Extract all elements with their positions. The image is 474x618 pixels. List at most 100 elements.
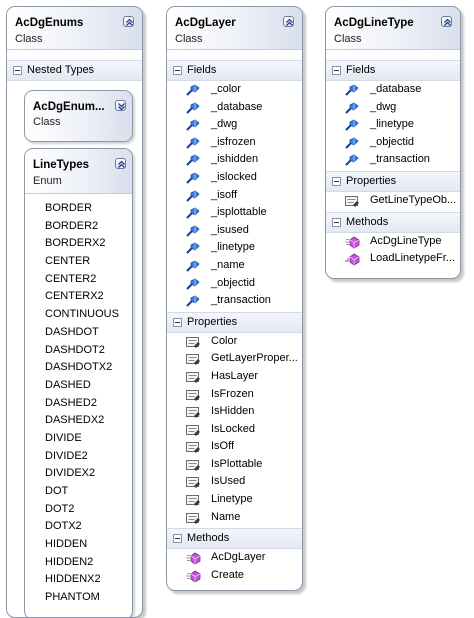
field-item[interactable]: _transaction bbox=[167, 292, 302, 310]
field-item[interactable]: _isfrozen bbox=[167, 134, 302, 152]
compartment-label: Nested Types bbox=[27, 64, 95, 76]
field-item[interactable]: _isoff bbox=[167, 187, 302, 205]
field-item[interactable]: _name bbox=[167, 257, 302, 275]
properties-compartment-header[interactable]: Properties bbox=[326, 170, 460, 192]
double-chevron-up-icon[interactable] bbox=[123, 16, 134, 27]
methods-compartment-header[interactable]: Methods bbox=[167, 528, 302, 550]
field-item[interactable]: _dwg bbox=[326, 99, 460, 117]
enum-value[interactable]: DOT2 bbox=[25, 501, 132, 519]
field-name: _database bbox=[370, 83, 422, 95]
fields-compartment-header[interactable]: Fields bbox=[326, 60, 460, 81]
acdglayer-class-shape[interactable]: AcDgLayer Class Fields _color _database … bbox=[166, 6, 303, 591]
method-icon bbox=[345, 253, 360, 266]
field-item[interactable]: _islocked bbox=[167, 169, 302, 187]
enum-value[interactable]: HIDDEN2 bbox=[25, 554, 132, 572]
method-item[interactable]: LoadLinetypeFr... bbox=[326, 250, 460, 268]
field-item[interactable]: _dwg bbox=[167, 116, 302, 134]
double-chevron-up-icon[interactable] bbox=[283, 16, 294, 27]
enum-value[interactable]: CENTERX2 bbox=[25, 288, 132, 306]
method-item[interactable]: Create bbox=[167, 567, 302, 585]
field-item[interactable]: _objectid bbox=[167, 275, 302, 293]
property-item[interactable]: IsOff bbox=[167, 438, 302, 456]
field-item[interactable]: _transaction bbox=[326, 151, 460, 169]
enum-value[interactable]: DASHED bbox=[25, 377, 132, 395]
methods-compartment-header[interactable]: Methods bbox=[326, 211, 460, 233]
enum-value[interactable]: HIDDENX2 bbox=[25, 571, 132, 589]
acdglinetype-header[interactable]: AcDgLineType Class bbox=[326, 7, 460, 50]
double-chevron-down-icon[interactable] bbox=[115, 100, 126, 111]
property-item[interactable]: HasLayer bbox=[167, 368, 302, 386]
enum-value[interactable]: BORDER2 bbox=[25, 218, 132, 236]
enum-value[interactable]: CENTER2 bbox=[25, 271, 132, 289]
enum-value[interactable]: CENTER bbox=[25, 253, 132, 271]
linetypes-header[interactable]: LineTypes Enum bbox=[25, 149, 132, 194]
enum-value[interactable]: HIDDEN bbox=[25, 536, 132, 554]
class-kind: Class bbox=[334, 33, 362, 45]
nested-class-header[interactable]: AcDgEnum... Class bbox=[25, 91, 132, 141]
property-item[interactable]: IsPlottable bbox=[167, 456, 302, 474]
minus-toggle-icon[interactable] bbox=[173, 534, 182, 544]
field-item[interactable]: _database bbox=[326, 81, 460, 99]
property-name: IsHidden bbox=[211, 405, 255, 418]
property-icon bbox=[345, 195, 359, 207]
double-chevron-up-icon[interactable] bbox=[115, 158, 126, 169]
compartment-label: Properties bbox=[187, 315, 238, 328]
enum-value[interactable]: DIVIDE bbox=[25, 430, 132, 448]
acdglayer-header[interactable]: AcDgLayer Class bbox=[167, 7, 302, 50]
field-item[interactable]: _isplottable bbox=[167, 204, 302, 222]
enum-value[interactable]: BORDERX2 bbox=[25, 235, 132, 253]
enum-value[interactable]: DOTX2 bbox=[25, 518, 132, 536]
enum-value[interactable]: CONTINUOUS bbox=[25, 306, 132, 324]
compartment-label: Methods bbox=[187, 532, 230, 545]
minus-toggle-icon[interactable] bbox=[332, 176, 341, 186]
minus-toggle-icon[interactable] bbox=[173, 66, 182, 75]
enum-value[interactable]: DOT bbox=[25, 483, 132, 501]
acdgenums-class-shape[interactable]: AcDgEnums Class Nested Types AcDgEnum...… bbox=[6, 6, 143, 618]
enum-value[interactable]: DASHEDX2 bbox=[25, 412, 132, 430]
field-icon bbox=[186, 172, 200, 184]
enum-value[interactable]: DASHDOTX2 bbox=[25, 359, 132, 377]
field-item[interactable]: _database bbox=[167, 99, 302, 117]
property-item[interactable]: IsHidden bbox=[167, 403, 302, 421]
enum-value[interactable]: DIVIDE2 bbox=[25, 448, 132, 466]
minus-toggle-icon[interactable] bbox=[332, 217, 341, 227]
class-title: AcDgLayer bbox=[175, 17, 236, 29]
property-icon bbox=[186, 477, 200, 489]
property-item[interactable]: IsLocked bbox=[167, 421, 302, 439]
fields-compartment-header[interactable]: Fields bbox=[167, 60, 302, 81]
enum-value[interactable]: DASHDOT2 bbox=[25, 342, 132, 360]
acdglinetype-class-shape[interactable]: AcDgLineType Class Fields _database _dwg… bbox=[325, 6, 461, 279]
enum-value[interactable]: DIVIDEX2 bbox=[25, 465, 132, 483]
minus-toggle-icon[interactable] bbox=[13, 66, 22, 75]
properties-compartment-header[interactable]: Properties bbox=[167, 311, 302, 333]
linetypes-enum-shape[interactable]: LineTypes Enum BORDER BORDER2 BORDERX2 C… bbox=[24, 148, 133, 617]
property-item[interactable]: Color bbox=[167, 333, 302, 351]
property-item[interactable]: IsFrozen bbox=[167, 386, 302, 404]
minus-toggle-icon[interactable] bbox=[332, 66, 341, 75]
property-name: IsOff bbox=[211, 440, 235, 453]
nested-class-shape[interactable]: AcDgEnum... Class bbox=[24, 90, 133, 142]
property-item[interactable]: GetLineTypeOb... bbox=[326, 192, 460, 210]
property-item[interactable]: Linetype bbox=[167, 491, 302, 509]
enum-value[interactable]: BORDER bbox=[25, 200, 132, 218]
double-chevron-up-icon[interactable] bbox=[441, 16, 452, 27]
method-item[interactable]: AcDgLayer bbox=[167, 549, 302, 567]
acdgenums-header[interactable]: AcDgEnums Class bbox=[7, 7, 142, 50]
property-item[interactable]: IsUsed bbox=[167, 473, 302, 491]
class-title: AcDgEnums bbox=[15, 17, 84, 29]
field-item[interactable]: _color bbox=[167, 81, 302, 99]
property-item[interactable]: GetLayerProper... bbox=[167, 350, 302, 368]
enum-value[interactable]: DASHED2 bbox=[25, 395, 132, 413]
enum-value[interactable]: DASHDOT bbox=[25, 324, 132, 342]
field-item[interactable]: _linetype bbox=[326, 116, 460, 134]
property-item[interactable]: Name bbox=[167, 509, 302, 527]
minus-toggle-icon[interactable] bbox=[173, 317, 182, 327]
field-item[interactable]: _objectid bbox=[326, 134, 460, 152]
field-item[interactable]: _linetype bbox=[167, 239, 302, 257]
field-item[interactable]: _ishidden bbox=[167, 151, 302, 169]
field-item[interactable]: _isused bbox=[167, 222, 302, 240]
method-item[interactable]: AcDgLineType bbox=[326, 233, 460, 251]
enum-value[interactable]: PHANTOM bbox=[25, 589, 132, 607]
nested-types-compartment-header[interactable]: Nested Types bbox=[7, 60, 142, 81]
property-name: IsUsed bbox=[211, 475, 246, 488]
